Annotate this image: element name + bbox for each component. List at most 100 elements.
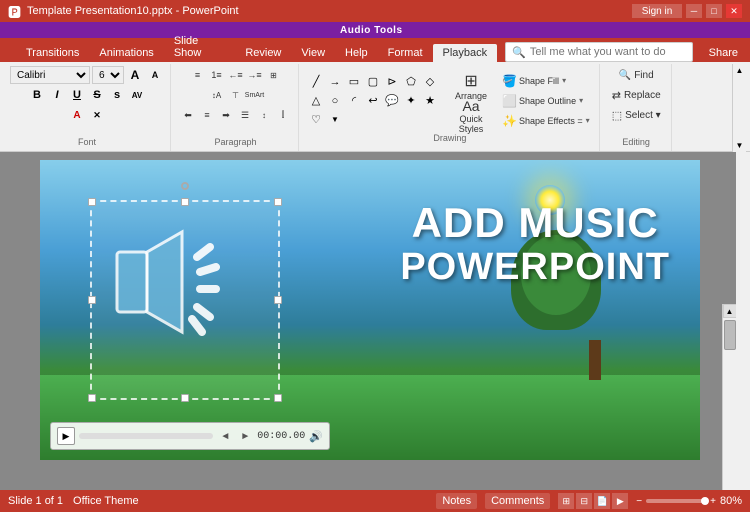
tell-me-input[interactable] [530, 46, 686, 58]
align-left-btn[interactable]: ⬅ [179, 106, 197, 124]
tab-help[interactable]: Help [335, 44, 378, 62]
shape-star4[interactable]: ✦ [402, 92, 420, 110]
shape-triangle[interactable]: △ [307, 92, 325, 110]
tab-playback[interactable]: Playback [433, 44, 498, 62]
ribbon-group-font: Calibri 60 A A B I U S s AV A ✕ Font [4, 64, 171, 151]
status-left: Slide 1 of 1 Office Theme [8, 495, 139, 507]
line-spacing-btn[interactable]: ↕ [255, 106, 273, 124]
shape-arrow-right[interactable]: → [326, 73, 344, 91]
volume-icon[interactable]: 🔊 [309, 430, 323, 443]
tab-view[interactable]: View [291, 44, 335, 62]
tab-review[interactable]: Review [235, 44, 291, 62]
zoom-in-btn[interactable]: + [710, 496, 716, 507]
quick-styles-btn[interactable]: Aa Quick Styles [449, 102, 493, 130]
handle-tl[interactable] [88, 198, 96, 206]
shape-line[interactable]: ╱ [307, 73, 325, 91]
shape-callout[interactable]: 💬 [383, 92, 401, 110]
underline-btn[interactable]: U [68, 86, 86, 104]
tab-slideshow[interactable]: Slide Show [164, 32, 236, 62]
shape-oval[interactable]: ○ [326, 92, 344, 110]
strikethrough-btn[interactable]: S [88, 86, 106, 104]
maximize-button[interactable]: □ [706, 4, 722, 18]
shape-rounded-rect[interactable]: ▢ [364, 73, 382, 91]
close-button[interactable]: ✕ [726, 4, 742, 18]
shape-outline-btn[interactable]: ⬜ Shape Outline ▾ [499, 91, 593, 110]
align-right-btn[interactable]: ➡ [217, 106, 235, 124]
bold-btn[interactable]: B [28, 86, 46, 104]
next-button[interactable]: ► [237, 428, 253, 444]
handle-ml[interactable] [88, 296, 96, 304]
clear-format-btn[interactable]: ✕ [88, 106, 106, 124]
text-direction-btn[interactable]: ↕A [208, 86, 226, 104]
smartart-convert-btn[interactable]: ⊞ [265, 66, 283, 84]
align-text-btn[interactable]: ⊤ [227, 86, 245, 104]
ribbon-scroll-down[interactable]: ▼ [736, 141, 744, 150]
italic-btn[interactable]: I [48, 86, 66, 104]
shape-star5[interactable]: ★ [421, 92, 439, 110]
shape-arc[interactable]: ◜ [345, 92, 363, 110]
increase-indent-btn[interactable]: →≡ [246, 66, 264, 84]
tab-home[interactable] [4, 56, 16, 62]
tab-animations[interactable]: Animations [89, 44, 163, 62]
handle-bm[interactable] [181, 394, 189, 402]
font-family-select[interactable]: Calibri [10, 66, 90, 84]
rotate-handle[interactable] [181, 182, 189, 190]
scroll-thumb[interactable] [724, 320, 736, 350]
tab-transitions[interactable]: Transitions [16, 44, 89, 62]
shape-more[interactable]: ▼ [326, 111, 344, 129]
handle-tr[interactable] [274, 198, 282, 206]
prev-button[interactable]: ◄ [217, 428, 233, 444]
select-btn[interactable]: ⬚ Select ▾ [608, 106, 665, 125]
tell-me-box[interactable]: 🔍 [505, 42, 693, 62]
font-size-select[interactable]: 60 [92, 66, 124, 84]
shape-fill-btn[interactable]: 🪣 Shape Fill ▾ [499, 71, 593, 90]
shape-pentagon[interactable]: ⬠ [402, 73, 420, 91]
speaker-selected-container[interactable] [90, 200, 280, 400]
font-color-btn[interactable]: A [68, 106, 86, 124]
sign-in-button[interactable]: Sign in [632, 4, 682, 18]
zoom-out-btn[interactable]: − [636, 496, 642, 507]
shape-effects-btn[interactable]: ✨ Shape Effects = ▾ [499, 111, 593, 130]
zoom-level[interactable]: 80% [720, 495, 742, 507]
notes-button[interactable]: Notes [436, 493, 477, 509]
slideshow-btn[interactable]: ▶ [612, 493, 628, 509]
justify-btn[interactable]: ☰ [236, 106, 254, 124]
shadow-btn[interactable]: s [108, 86, 126, 104]
bullets-btn[interactable]: ≡ [189, 66, 207, 84]
ribbon-scroll-up[interactable]: ▲ [736, 66, 744, 75]
replace-btn[interactable]: ⇄ Replace [608, 86, 665, 105]
replace-icon: ⇄ [612, 89, 621, 102]
comments-button[interactable]: Comments [485, 493, 550, 509]
shape-chevron[interactable]: ⊳ [383, 73, 401, 91]
font-grow-btn[interactable]: A [126, 66, 144, 84]
handle-br[interactable] [274, 394, 282, 402]
normal-view-btn[interactable]: ⊞ [558, 493, 574, 509]
convert-smartart-btn[interactable]: SmArt [246, 86, 264, 104]
numbering-btn[interactable]: 1≡ [208, 66, 226, 84]
handle-tm[interactable] [181, 198, 189, 206]
arrange-btn[interactable]: ⊞ Arrange [449, 72, 493, 100]
scroll-up-arrow[interactable]: ▲ [723, 304, 737, 318]
align-center-btn[interactable]: ≡ [198, 106, 216, 124]
columns-btn[interactable]: ⫿ [274, 106, 292, 124]
font-shrink-btn[interactable]: A [146, 66, 164, 84]
char-spacing-btn[interactable]: AV [128, 86, 146, 104]
share-button[interactable]: Share [701, 44, 746, 62]
decrease-indent-btn[interactable]: ←≡ [227, 66, 245, 84]
slide-sorter-btn[interactable]: ⊟ [576, 493, 592, 509]
shape-rect[interactable]: ▭ [345, 73, 363, 91]
progress-bar[interactable] [79, 433, 213, 439]
shape-diamond[interactable]: ◇ [421, 73, 439, 91]
shape-curved-arrow[interactable]: ↩ [364, 92, 382, 110]
minimize-button[interactable]: ─ [686, 4, 702, 18]
select-icon: ⬚ [612, 109, 622, 122]
find-btn[interactable]: 🔍 Find [615, 66, 658, 85]
play-button[interactable]: ▶ [57, 427, 75, 445]
tab-format[interactable]: Format [378, 44, 433, 62]
handle-bl[interactable] [88, 394, 96, 402]
shape-heart[interactable]: ♡ [307, 111, 325, 129]
paragraph-group-label: Paragraph [214, 137, 256, 149]
reading-view-btn[interactable]: 📄 [594, 493, 610, 509]
handle-mr[interactable] [274, 296, 282, 304]
slide[interactable]: ADD MUSIC POWERPOINT [40, 160, 700, 460]
